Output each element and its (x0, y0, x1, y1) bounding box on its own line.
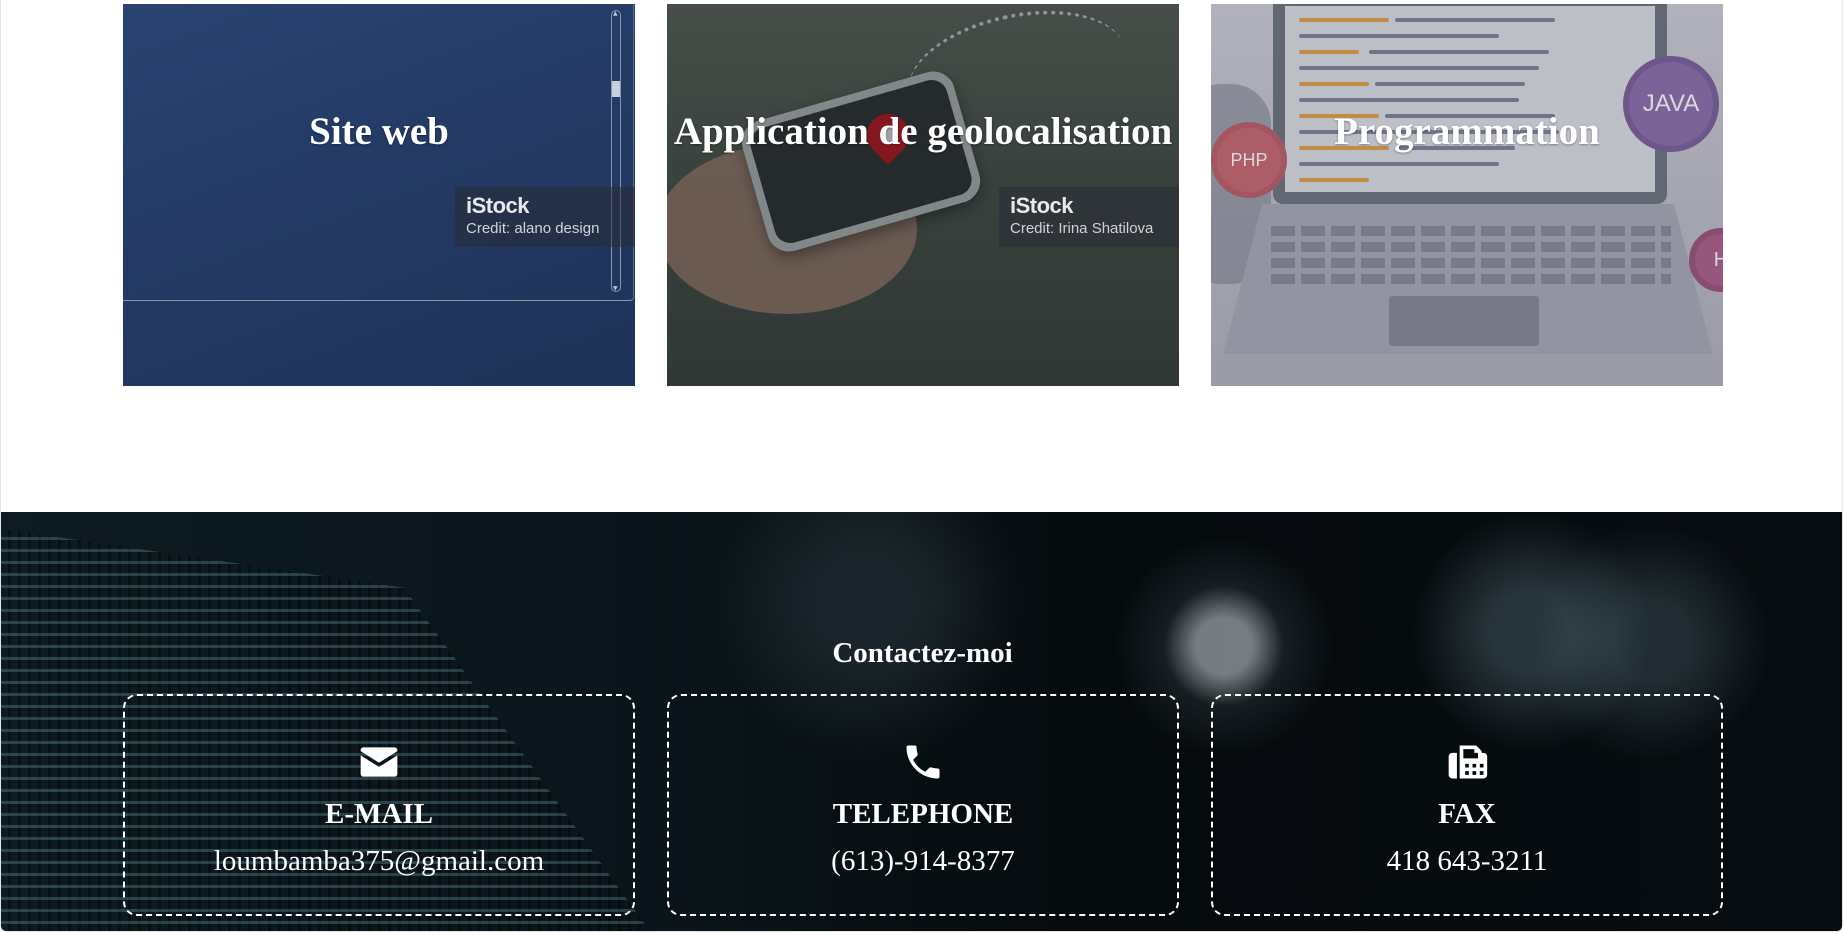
phone-link[interactable]: (613)-914-8377 (669, 845, 1177, 878)
credit-author: Credit: Irina Shatilova (1010, 220, 1154, 237)
contact-label: FAX (1438, 798, 1496, 830)
fax-icon (1213, 740, 1721, 784)
phone-icon (669, 740, 1177, 784)
service-card-programmation[interactable]: PHP JAVA H Programmation (1211, 4, 1723, 386)
contact-label: E-MAIL (325, 798, 433, 830)
service-card-geolocation[interactable]: iStock Credit: Irina Shatilova Applicati… (667, 4, 1179, 386)
fax-number: 418 643-3211 (1386, 845, 1548, 877)
credit-brand: iStock (1010, 193, 1074, 218)
contact-section: Contactez-moi E-MAIL loumbamba375@gmail.… (1, 512, 1842, 931)
service-title: Application de geolocalisation (673, 110, 1173, 153)
contact-card-telephone: TELEPHONE (613)-914-8377 (667, 694, 1179, 916)
image-credit: iStock Credit: Irina Shatilova (999, 187, 1179, 247)
page: ▲ ▼ iStock Credit: alano design Site web… (0, 0, 1843, 932)
service-title: Site web (309, 110, 449, 153)
envelope-icon (125, 740, 633, 784)
scroll-down-arrow-icon[interactable]: ▼ (613, 285, 618, 292)
service-title: Programmation (1334, 110, 1600, 153)
contact-card-email: E-MAIL loumbamba375@gmail.com (123, 694, 635, 916)
email-link[interactable]: loumbamba375@gmail.com (125, 845, 633, 878)
credit-author: Credit: alano design (466, 220, 600, 237)
service-card-site-web[interactable]: ▲ ▼ iStock Credit: alano design Site web (123, 4, 635, 386)
image-credit: iStock Credit: alano design (455, 187, 635, 247)
contact-label: TELEPHONE (832, 798, 1014, 830)
contact-title: Contactez-moi (832, 637, 1013, 669)
contact-card-fax: FAX 418 643-3211 (1211, 694, 1723, 916)
scroll-up-arrow-icon[interactable]: ▲ (613, 10, 618, 17)
credit-brand: iStock (466, 193, 530, 218)
scroll-thumb[interactable] (612, 81, 620, 97)
